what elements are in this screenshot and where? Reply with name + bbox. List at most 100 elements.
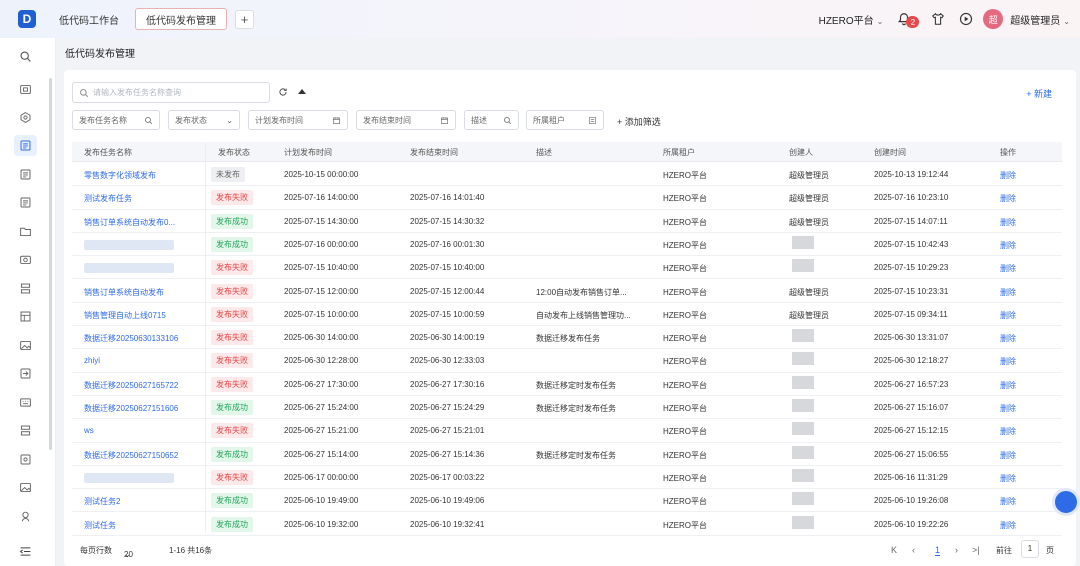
sidebar-item-workbench[interactable] [19,83,32,96]
sidebar-item-camera[interactable] [19,253,32,266]
table-row[interactable]: 数据迁移20250627150652 发布成功 2025-06-27 15:14:0… [72,443,1062,466]
delete-button[interactable]: 删除 [1000,426,1016,437]
collapse-filter-icon[interactable] [298,89,306,94]
add-tab-button[interactable]: + [235,9,254,29]
assistant-float-button[interactable] [1052,488,1080,516]
table-row[interactable]: 销售管理自动上线0715 发布失败 2025-07-15 10:00:00 2025-… [72,303,1062,327]
collapse-menu-icon[interactable] [19,545,32,558]
table-row[interactable]: 数据迁移20250627151606 发布成功 2025-06-27 15:24:0… [72,396,1062,420]
task-name-link[interactable]: 数据迁移20250627165722 [84,380,178,391]
column-header[interactable]: 发布任务名称 [84,147,132,158]
task-name-link[interactable]: 销售管理自动上线0715 [84,310,166,321]
goto-page-input[interactable]: 1 [1021,540,1039,558]
table-row[interactable]: 数据迁移20250630133106 发布失败 2025-06-30 14:00:0… [72,326,1062,350]
delete-button[interactable]: 删除 [1000,310,1016,321]
table-row[interactable]: 发布失败 2025-06-17 00:00:00 2025-06-17 00:03:… [72,466,1062,490]
search-box[interactable] [72,82,270,103]
column-header[interactable]: 描述 [536,147,552,158]
table-row[interactable]: 数据迁移20250627165722 发布失败 2025-06-27 17:30:0… [72,373,1062,396]
search-icon[interactable] [19,50,32,63]
sidebar-item-layers[interactable] [19,282,32,295]
column-header[interactable]: 创建时间 [874,147,906,158]
prev-page-icon[interactable]: ‹ [912,545,915,555]
add-filter-button[interactable]: + 添加筛选 [617,115,661,128]
sidebar-item-image[interactable] [19,339,32,352]
column-header[interactable]: 创建人 [789,147,813,158]
filter-status[interactable]: 发布状态 ⌄ [168,110,240,130]
tab-lowcode-workbench[interactable]: 低代码工作台 [59,12,119,27]
delete-button[interactable]: 删除 [1000,333,1016,344]
task-name-link[interactable]: 零售数字化领域发布 [84,170,156,181]
delete-button[interactable]: 删除 [1000,170,1016,181]
sidebar-item-design[interactable] [19,111,32,124]
task-name-link[interactable]: 数据迁移20250627151606 [84,403,178,414]
delete-button[interactable]: 删除 [1000,496,1016,507]
refresh-icon[interactable] [278,87,288,97]
delete-button[interactable]: 删除 [1000,240,1016,251]
table-row[interactable]: 发布成功 2025-07-16 00:00:00 2025-07-16 00:01:… [72,233,1062,257]
sidebar-item-robot[interactable] [19,510,32,523]
delete-button[interactable]: 删除 [1000,217,1016,228]
delete-button[interactable]: 删除 [1000,403,1016,414]
task-name-link[interactable]: zhiyi [84,356,100,365]
delete-button[interactable]: 删除 [1000,450,1016,461]
platform-selector[interactable]: HZERO平台 ⌄ [819,12,884,27]
new-button[interactable]: + 新建 [1026,87,1052,100]
avatar[interactable]: 超 [983,9,1004,29]
first-page-icon[interactable]: K [891,545,897,555]
table-row[interactable]: 测试发布任务 发布失败 2025-07-16 14:00:00 2025-07-16 … [72,186,1062,210]
last-page-icon[interactable]: >| [972,545,980,555]
table-row[interactable]: 销售订单系统自动发布0... 发布成功 2025-07-15 14:30:00 202… [72,210,1062,233]
sidebar-item-import[interactable] [19,367,32,380]
next-page-icon[interactable]: › [955,545,958,555]
shirt-icon[interactable] [931,12,945,26]
column-header[interactable]: 计划发布时间 [284,147,332,158]
sidebar-item-release[interactable] [19,139,32,152]
column-header[interactable]: 发布状态 [218,147,250,158]
sidebar-item-gallery[interactable] [19,481,32,494]
column-header[interactable]: 所属租户 [663,147,695,158]
sidebar-scrollbar[interactable] [49,78,52,450]
sidebar-item-table[interactable] [19,310,32,323]
page-number-current[interactable]: 1 [935,545,941,556]
filter-plan-time[interactable]: 计划发布时间 [248,110,348,130]
delete-button[interactable]: 删除 [1000,473,1016,484]
table-row[interactable]: zhiyi 发布失败 2025-06-30 12:28:00 2025-06-30 1… [72,349,1062,373]
column-header[interactable]: 发布结束时间 [410,147,458,158]
sidebar-item-media[interactable] [19,453,32,466]
table-row[interactable]: 测试任务 发布成功 2025-06-10 19:32:00 2025-06-10 19… [72,513,1062,536]
sidebar-item-grid[interactable] [19,168,32,181]
app-logo[interactable]: D [18,10,36,28]
task-name-link[interactable]: 测试任务2 [84,496,120,507]
task-name-link[interactable]: 销售订单系统自动发布0... [84,217,175,228]
filter-tenant[interactable]: 所属租户 [526,110,604,130]
delete-button[interactable]: 删除 [1000,356,1016,367]
delete-button[interactable]: 删除 [1000,380,1016,391]
delete-button[interactable]: 删除 [1000,287,1016,298]
task-name-link[interactable]: 数据迁移20250627150652 [84,450,178,461]
table-row[interactable]: 测试任务2 发布成功 2025-06-10 19:49:00 2025-06-10 1… [72,489,1062,513]
delete-button[interactable]: 删除 [1000,520,1016,531]
task-name-link[interactable]: 测试任务 [84,520,116,531]
tab-lowcode-release[interactable]: 低代码发布管理 [135,8,227,30]
table-row[interactable]: 销售订单系统自动发布 发布失败 2025-07-15 12:00:00 2025-07… [72,280,1062,303]
column-header[interactable]: 操作 [1000,147,1016,158]
task-name-link[interactable]: 测试发布任务 [84,193,132,204]
table-row[interactable]: 发布失败 2025-07-15 10:40:00 2025-07-15 10:40:… [72,256,1062,280]
table-row[interactable]: 零售数字化领域发布 未发布 2025-10-15 00:00:00 HZERO平台 超级… [72,163,1062,187]
sidebar-item-keyboard[interactable] [19,396,32,409]
filter-desc[interactable]: 描述 [464,110,519,130]
delete-button[interactable]: 删除 [1000,263,1016,274]
table-row[interactable]: ws 发布失败 2025-06-27 15:21:00 2025-06-27 15:2… [72,419,1062,443]
task-name-link[interactable]: ws [84,426,94,435]
play-circle-icon[interactable] [959,12,973,26]
search-input[interactable] [93,88,263,97]
delete-button[interactable]: 删除 [1000,193,1016,204]
bell-icon[interactable]: 2 [897,12,920,28]
sidebar-item-folder[interactable] [19,225,32,238]
task-name-link[interactable]: 销售订单系统自动发布 [84,287,164,298]
task-name-link[interactable]: 数据迁移20250630133106 [84,333,178,344]
filter-task-name[interactable]: 发布任务名称 [72,110,160,130]
filter-end-time[interactable]: 发布结束时间 [356,110,456,130]
sidebar-item-list[interactable] [19,196,32,209]
